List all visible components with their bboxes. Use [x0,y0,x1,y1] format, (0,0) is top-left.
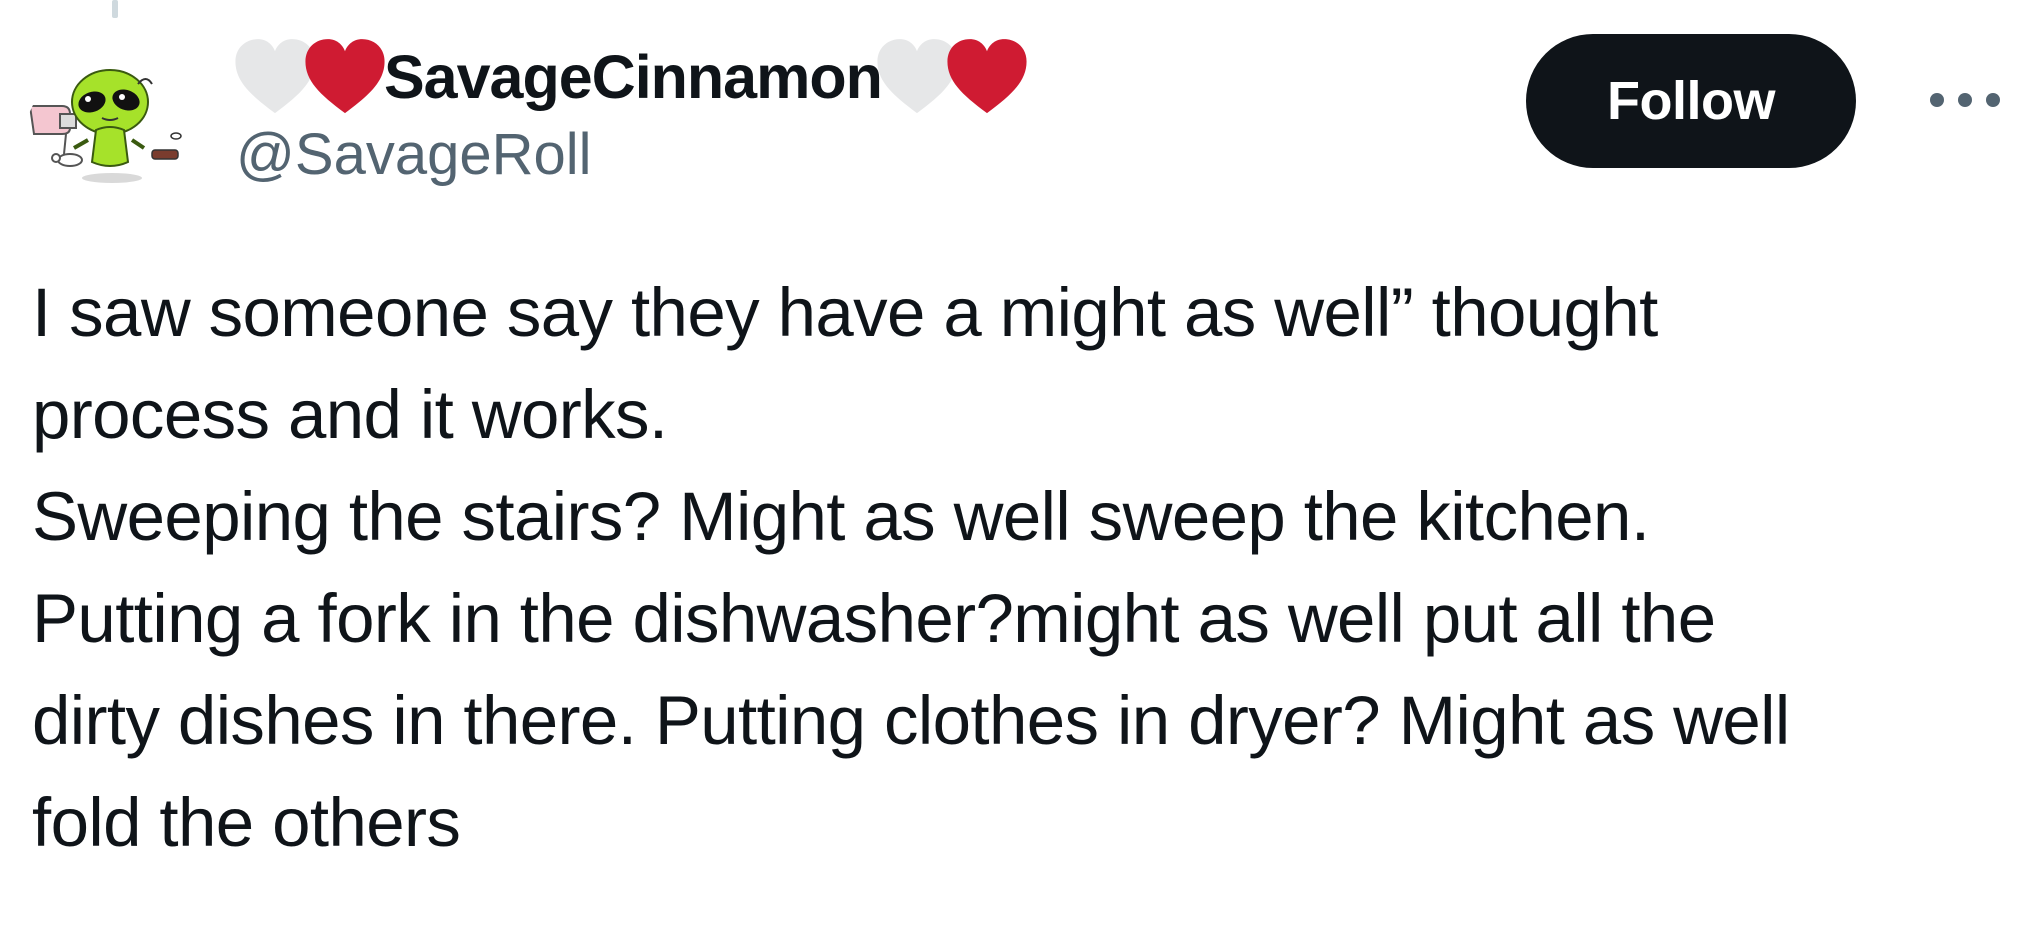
display-name[interactable]: SavageCinnamon [384,42,883,112]
display-name-row[interactable]: SavageCinnamon [235,32,1436,122]
thread-connector-line [112,0,118,18]
tweet-text-line: Putting a fork in the dishwasher?might a… [32,580,1716,657]
avatar[interactable] [26,62,206,202]
tweet-text-line: I saw someone say they have a might as w… [32,274,1658,351]
red-heart-icon [947,39,1027,114]
tweet-body: I saw someone say they have a might as w… [32,262,1992,874]
more-horizontal-icon [1930,93,1944,107]
tweet-text-line: Sweeping the stairs? Might as well sweep… [32,478,1650,555]
red-heart-icon [305,39,385,114]
tweet-text-line: dirty dishes in there. Putting clothes i… [32,682,1790,759]
tweet-card: SavageCinnamon @SavageRoll Follow I saw … [0,0,2020,938]
more-horizontal-icon [1958,93,1972,107]
avatar-alien-sticker-icon [28,69,182,183]
tweet-text-line: process and it works. [32,376,668,453]
more-horizontal-icon [1986,93,2000,107]
user-info: SavageCinnamon @SavageRoll [235,32,1436,202]
user-handle[interactable]: @SavageRoll [236,122,1436,188]
follow-button[interactable]: Follow [1526,34,1856,168]
tweet-text-line: fold the others [32,784,461,861]
more-options-button[interactable] [1930,72,2000,128]
